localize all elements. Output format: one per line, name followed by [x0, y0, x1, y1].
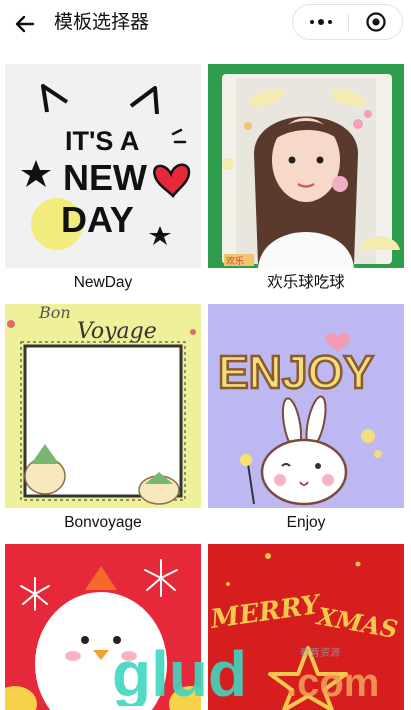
art-text: ENJOY — [218, 346, 374, 398]
nav-bar: 模板选择器 — [0, 0, 411, 48]
art-text: Bon — [38, 304, 71, 322]
template-thumbnail — [5, 544, 201, 710]
template-thumbnail: Bon Voyage — [5, 304, 201, 508]
art-text: 欢乐 — [226, 255, 244, 267]
mini-program-capsule — [292, 4, 403, 40]
art-text: IT'S A — [65, 126, 139, 156]
template-label: 欢乐球吃球 — [267, 274, 345, 291]
art-text: DAY — [61, 199, 134, 240]
template-card-newday[interactable]: IT'S A NEW DAY NewDay — [5, 64, 201, 298]
more-button[interactable] — [293, 5, 348, 39]
close-button[interactable] — [349, 5, 403, 39]
template-card-enjoy[interactable]: ENJOY Enjoy — [208, 304, 404, 538]
template-card-chick[interactable] — [5, 544, 201, 710]
page-title: 模板选择器 — [54, 12, 150, 33]
template-card-huanle[interactable]: 欢乐 欢乐球吃球 — [208, 64, 404, 298]
target-circle-icon — [366, 12, 386, 32]
art-text: NEW — [63, 157, 147, 198]
template-thumbnail: ENJOY — [208, 304, 404, 508]
more-dots-icon — [309, 19, 332, 25]
template-label: NewDay — [73, 274, 133, 291]
template-thumbnail: MERRY XMAS — [208, 544, 404, 710]
template-card-bonvoyage[interactable]: Bon Voyage Bonvoyage — [5, 304, 201, 538]
back-button[interactable] — [10, 9, 40, 39]
template-label: Enjoy — [286, 514, 326, 531]
art-text: Voyage — [77, 319, 157, 344]
template-thumbnail: 欢乐 — [208, 64, 404, 268]
template-card-xmas[interactable]: MERRY XMAS — [208, 544, 404, 710]
template-thumbnail: IT'S A NEW DAY — [5, 64, 201, 268]
arrow-left-icon — [15, 15, 35, 33]
template-label: Bonvoyage — [64, 514, 142, 531]
